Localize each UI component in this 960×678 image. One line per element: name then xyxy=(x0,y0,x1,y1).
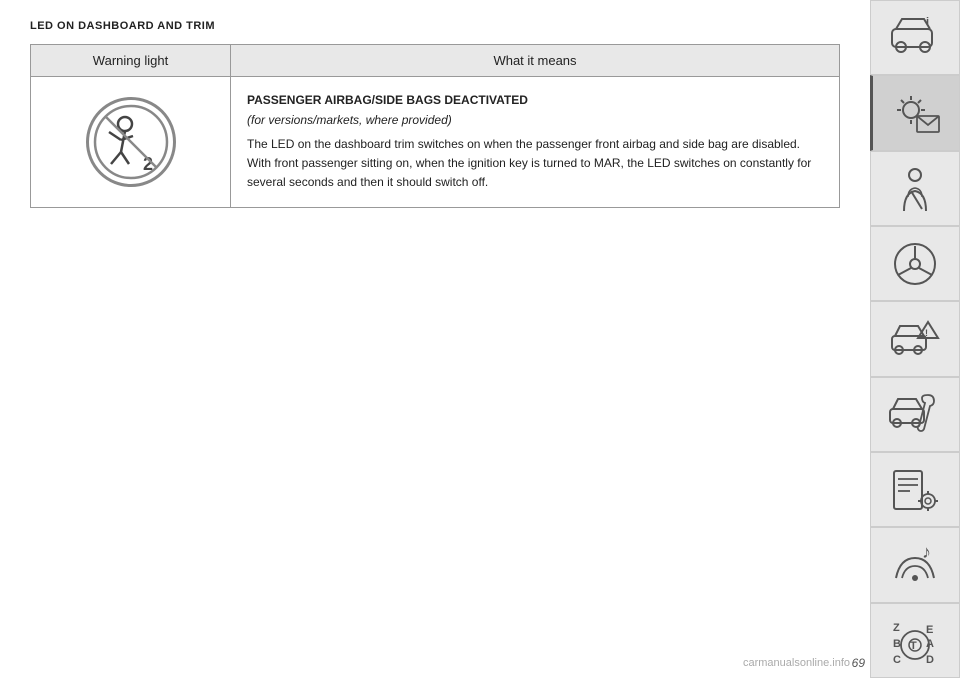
svg-text:D: D xyxy=(926,654,934,666)
safety-icon xyxy=(888,161,942,215)
sidebar-item-maintenance[interactable] xyxy=(870,377,960,452)
index-icon: Z B C E A D T xyxy=(888,613,942,667)
maintenance-icon xyxy=(888,387,942,441)
right-sidebar: i xyxy=(870,0,960,678)
col1-header: Warning light xyxy=(31,45,231,77)
sidebar-item-car-info[interactable]: i xyxy=(870,0,960,75)
sidebar-item-emergency[interactable]: ! xyxy=(870,301,960,376)
desc-body: The LED on the dashboard trim switches o… xyxy=(247,135,823,193)
sidebar-item-settings[interactable] xyxy=(870,452,960,527)
warning-icon-cell: 2 xyxy=(31,77,231,208)
passenger-airbag-icon: 2 xyxy=(91,102,171,182)
svg-text:i: i xyxy=(926,16,929,28)
desc-title: PASSENGER AIRBAG/SIDE BAGS DEACTIVATED xyxy=(247,91,823,109)
svg-text:T: T xyxy=(910,640,917,652)
warning-table: Warning light What it means xyxy=(30,44,840,208)
watermark-text: carmanualsonline.info xyxy=(743,657,850,669)
svg-text:B: B xyxy=(893,638,901,650)
sidebar-item-index[interactable]: Z B C E A D T xyxy=(870,603,960,678)
svg-text:E: E xyxy=(926,624,933,636)
desc-subtitle: (for versions/markets, where provided) xyxy=(247,111,823,129)
sidebar-item-driving[interactable] xyxy=(870,226,960,301)
page-title: LED ON DASHBOARD AND TRIM xyxy=(30,20,840,32)
warning-icon-circle: 2 xyxy=(86,97,176,187)
bottom-bar: carmanualsonline.info xyxy=(0,648,870,678)
svg-text:!: ! xyxy=(925,328,928,338)
col2-header: What it means xyxy=(231,45,840,77)
multimedia-icon: ♪ xyxy=(888,538,942,592)
sidebar-item-warning-lights[interactable] xyxy=(870,75,960,150)
svg-text:A: A xyxy=(926,638,934,650)
svg-text:C: C xyxy=(893,654,901,666)
table-row: 2 PASSENGER AIRBAG/SIDE BAGS DEACTIVATED… xyxy=(31,77,840,208)
settings-icon xyxy=(888,463,942,517)
car-info-icon: i xyxy=(888,11,942,65)
sidebar-item-safety[interactable] xyxy=(870,151,960,226)
emergency-icon: ! xyxy=(888,312,942,366)
svg-text:Z: Z xyxy=(893,622,900,634)
steering-wheel-icon xyxy=(888,237,942,291)
sidebar-item-multimedia[interactable]: ♪ xyxy=(870,527,960,602)
main-content: LED ON DASHBOARD AND TRIM Warning light … xyxy=(0,0,870,678)
warning-desc-cell: PASSENGER AIRBAG/SIDE BAGS DEACTIVATED (… xyxy=(231,77,840,208)
warning-light-icon xyxy=(889,86,943,140)
svg-text:♪: ♪ xyxy=(922,542,931,562)
